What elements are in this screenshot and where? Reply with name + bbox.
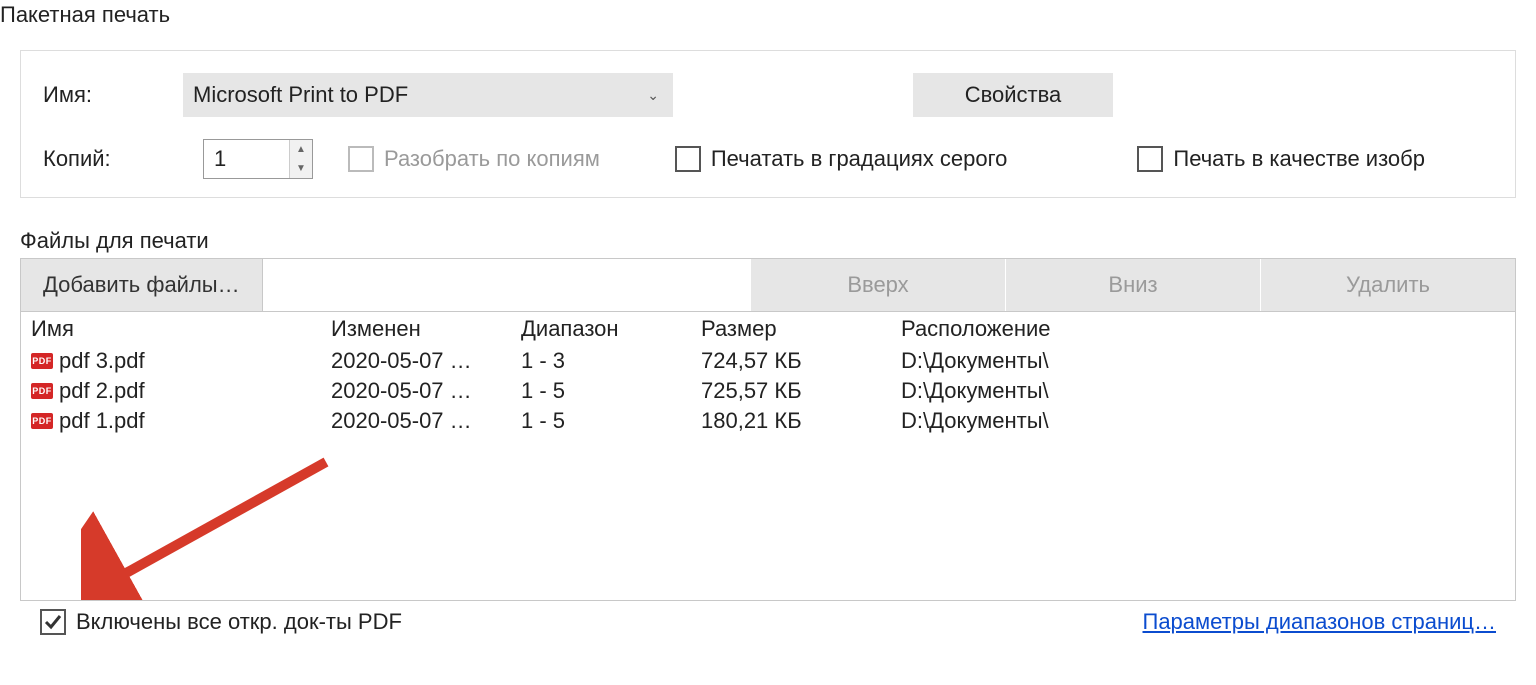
printer-name-label: Имя: [43, 82, 183, 108]
table-row[interactable]: PDF pdf 2.pdf 2020-05-07 … 1 - 5 725,57 К… [21, 376, 1515, 406]
cell-size: 725,57 КБ [691, 376, 891, 406]
copies-label: Копий: [43, 146, 203, 172]
properties-button[interactable]: Свойства [913, 73, 1113, 117]
delete-button[interactable]: Удалить [1260, 259, 1515, 311]
move-up-button[interactable]: Вверх [750, 259, 1005, 311]
chevron-down-icon: ⌄ [647, 87, 659, 104]
column-header-size[interactable]: Размер [691, 312, 891, 346]
cell-modified: 2020-05-07 … [321, 406, 511, 436]
move-down-button[interactable]: Вниз [1005, 259, 1260, 311]
include-open-docs-label: Включены все откр. док-ты PDF [76, 609, 402, 635]
cell-modified: 2020-05-07 … [321, 346, 511, 376]
cell-location: D:\Документы\ [891, 376, 1515, 406]
cell-name: pdf 2.pdf [59, 378, 145, 404]
cell-size: 724,57 КБ [691, 346, 891, 376]
column-header-modified[interactable]: Изменен [321, 312, 511, 346]
printer-selected-value: Microsoft Print to PDF [193, 82, 408, 108]
pdf-icon: PDF [31, 383, 53, 399]
copies-spinner[interactable]: 1 ▲ ▼ [203, 139, 313, 179]
annotation-arrow-icon [81, 452, 341, 601]
add-files-button[interactable]: Добавить файлы… [21, 259, 263, 311]
cell-size: 180,21 КБ [691, 406, 891, 436]
files-section: Файлы для печати Добавить файлы… Вверх В… [20, 228, 1516, 635]
collate-checkbox: Разобрать по копиям [348, 146, 600, 172]
cell-location: D:\Документы\ [891, 406, 1515, 436]
cell-range: 1 - 5 [511, 406, 691, 436]
print-as-image-checkbox[interactable]: Печать в качестве изобр [1137, 146, 1425, 172]
window-title: Пакетная печать [0, 0, 1536, 30]
page-range-settings-link[interactable]: Параметры диапазонов страниц… [1143, 609, 1497, 635]
files-list[interactable]: Имя Изменен Диапазон Размер Расположение… [20, 311, 1516, 601]
column-header-range[interactable]: Диапазон [511, 312, 691, 346]
checkbox-icon [1137, 146, 1163, 172]
include-open-docs-checkbox[interactable]: Включены все откр. док-ты PDF [40, 609, 402, 635]
grayscale-label: Печатать в градациях серого [711, 146, 1008, 172]
cell-range: 1 - 3 [511, 346, 691, 376]
spinner-up-icon[interactable]: ▲ [290, 140, 312, 159]
checkbox-icon [675, 146, 701, 172]
printer-section: Имя: Microsoft Print to PDF ⌄ Свойства К… [20, 50, 1516, 198]
pdf-icon: PDF [31, 353, 53, 369]
cell-modified: 2020-05-07 … [321, 376, 511, 406]
column-header-name[interactable]: Имя [21, 312, 321, 346]
pdf-icon: PDF [31, 413, 53, 429]
table-row[interactable]: PDF pdf 3.pdf 2020-05-07 … 1 - 3 724,57 К… [21, 346, 1515, 376]
cell-location: D:\Документы\ [891, 346, 1515, 376]
cell-name: pdf 1.pdf [59, 408, 145, 434]
grayscale-checkbox[interactable]: Печатать в градациях серого [675, 146, 1008, 172]
printer-select[interactable]: Microsoft Print to PDF ⌄ [183, 73, 673, 117]
cell-range: 1 - 5 [511, 376, 691, 406]
checkbox-icon [40, 609, 66, 635]
spinner-down-icon[interactable]: ▼ [290, 159, 312, 178]
cell-name: pdf 3.pdf [59, 348, 145, 374]
collate-label: Разобрать по копиям [384, 146, 600, 172]
copies-value: 1 [204, 140, 289, 178]
print-as-image-label: Печать в качестве изобр [1173, 146, 1425, 172]
files-toolbar: Добавить файлы… Вверх Вниз Удалить [20, 258, 1516, 311]
table-row[interactable]: PDF pdf 1.pdf 2020-05-07 … 1 - 5 180,21 К… [21, 406, 1515, 436]
checkbox-icon [348, 146, 374, 172]
column-header-location[interactable]: Расположение [891, 312, 1515, 346]
files-section-title: Файлы для печати [20, 228, 1516, 254]
